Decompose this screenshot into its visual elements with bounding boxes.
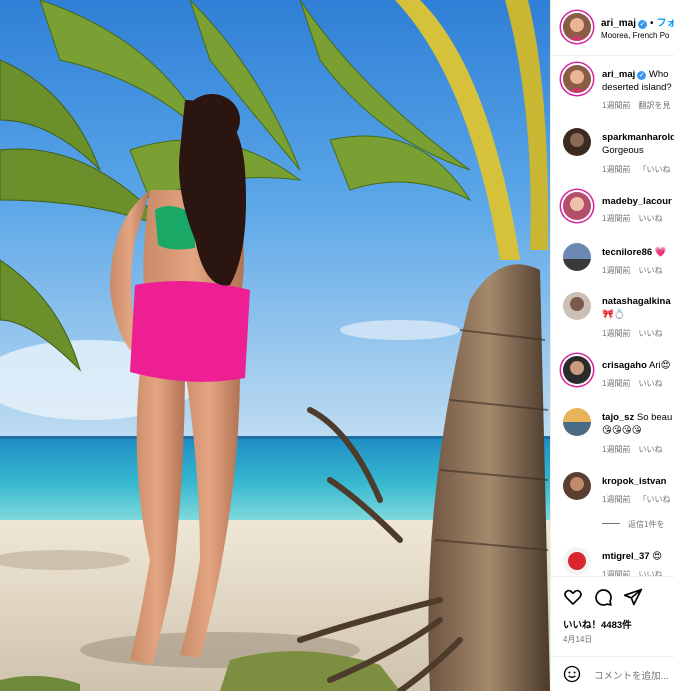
avatar[interactable] [563, 472, 591, 500]
comment-box: コメントを追加... [551, 656, 674, 691]
caption-time: 1週間前 [602, 101, 631, 110]
comment-like-link[interactable]: いいね [638, 214, 662, 223]
comment-text-line2: 😘😘😘😘 [602, 425, 642, 436]
view-replies-button[interactable]: 返信1件を [602, 519, 664, 530]
comment-like-link[interactable]: 「いいね [638, 165, 670, 174]
comment-like-link[interactable]: 「いいね [638, 495, 670, 504]
comment-username[interactable]: tecnilore86 [602, 247, 652, 258]
separator-dot: • [650, 18, 654, 29]
avatar[interactable] [563, 13, 591, 41]
comment-input[interactable]: コメントを追加... [594, 668, 668, 682]
like-count[interactable]: いいね！4483件 [563, 617, 632, 631]
avatar[interactable] [563, 408, 591, 436]
emoji-icon[interactable] [563, 665, 581, 683]
comment-text: So beau [636, 412, 673, 423]
avatar[interactable] [563, 243, 591, 271]
location-link[interactable]: Moorea, French Po [601, 31, 669, 40]
caption-text-line2: deserted island? [602, 82, 672, 93]
comment-text: 💗 [654, 247, 667, 258]
comment-text: Gorgeous [602, 145, 644, 156]
comment-like-link[interactable]: いいね [638, 379, 662, 388]
avatar[interactable] [563, 65, 591, 93]
caption-username[interactable]: ari_maj [602, 69, 635, 80]
comment-text: Ari😍 [649, 360, 671, 371]
comment-text: 🎀💍 [602, 309, 626, 320]
verified-badge-icon: ✓ [637, 71, 647, 80]
comment-username[interactable]: sparkmanharold [602, 132, 674, 143]
share-icon[interactable] [623, 587, 643, 607]
translate-link[interactable]: 翻訳を見 [638, 101, 670, 110]
avatar[interactable] [563, 547, 591, 575]
heart-icon[interactable] [563, 587, 583, 607]
comment-username[interactable]: natashagalkina [602, 296, 671, 307]
comment-time: 1週間前 [602, 214, 631, 223]
comment-username[interactable]: madeby_lacour [602, 196, 672, 207]
post-date: 4月14日 [563, 635, 593, 644]
avatar[interactable] [563, 356, 591, 384]
comment-like-link[interactable]: いいね [638, 266, 662, 275]
post-header: ari_maj✓•フォ Moorea, French Po [551, 0, 674, 56]
avatar[interactable] [563, 128, 591, 156]
comment-time: 1週間前 [602, 379, 631, 388]
beach-photo [0, 0, 550, 691]
comment-username[interactable]: crisagaho [602, 360, 647, 371]
comment-icon[interactable] [593, 587, 613, 607]
comment-like-link[interactable]: いいね [638, 445, 662, 454]
comment-username[interactable]: mtigrel_37 [602, 551, 650, 562]
comment-text: 😍 [652, 551, 663, 562]
avatar[interactable] [563, 292, 591, 320]
comment-username[interactable]: kropok_istvan [602, 476, 666, 487]
post-photo[interactable] [0, 0, 550, 691]
caption-text: Who [648, 69, 669, 80]
action-bar: いいね！4483件 4月14日 [551, 576, 674, 656]
author-username[interactable]: ari_maj [601, 18, 636, 29]
comment-time: 1週間前 [602, 329, 631, 338]
post-sidebar: ari_maj✓•フォ Moorea, French Po ari_maj✓ W… [550, 0, 674, 691]
comment-time: 1週間前 [602, 445, 631, 454]
comment-like-link[interactable]: いいね [638, 329, 662, 338]
avatar[interactable] [563, 192, 591, 220]
verified-badge-icon: ✓ [638, 20, 648, 29]
comment-time: 1週間前 [602, 495, 631, 504]
author-line: ari_maj✓•フォ [601, 14, 674, 29]
comment-username[interactable]: tajo_sz [602, 412, 634, 423]
comment-time: 1週間前 [602, 266, 631, 275]
comment-time: 1週間前 [602, 165, 631, 174]
follow-button[interactable]: フォ [657, 18, 674, 29]
